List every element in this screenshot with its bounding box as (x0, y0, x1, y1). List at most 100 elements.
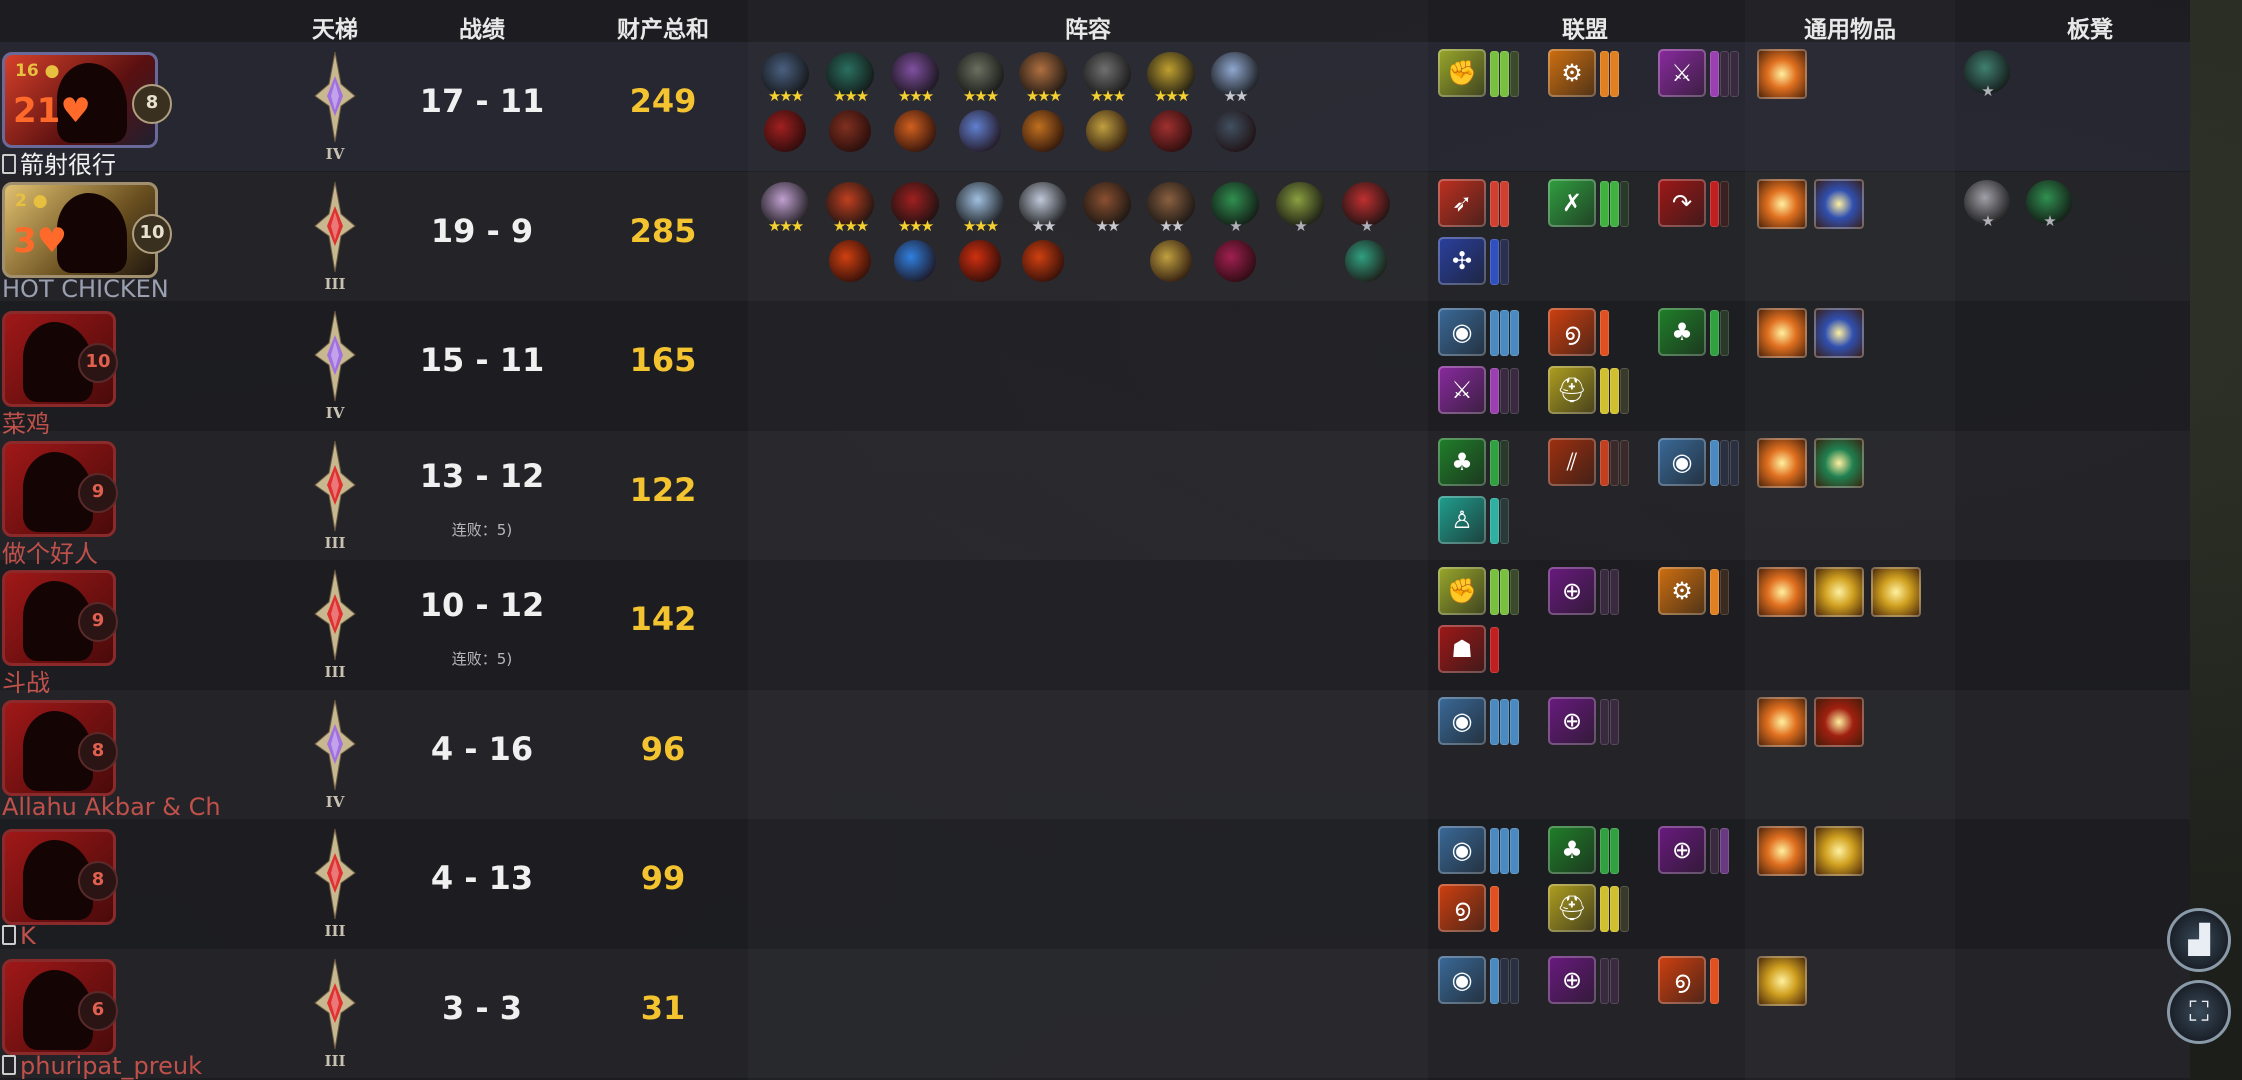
net-worth-value: 122 (629, 470, 697, 509)
item-fire-box-icon[interactable] (1757, 696, 1807, 747)
crossed-swords-icon[interactable]: ⚔ (1658, 49, 1706, 97)
player-row[interactable]: 9 做个好人 III 13 - 12 连败：5) 122 ♣ ⫽ ◉ ♙ (0, 431, 2190, 568)
crossed-swords-icon[interactable]: ⚔ (1438, 366, 1486, 414)
item-mantle-icon[interactable] (1345, 239, 1387, 282)
item-green-gem-icon[interactable] (1814, 437, 1864, 488)
player-name-text: K (20, 922, 36, 950)
rank-crest-icon (313, 50, 357, 145)
fist-icon[interactable]: ✊ (1438, 567, 1486, 615)
boot-icon[interactable]: ↷ (1658, 178, 1706, 227)
player-row[interactable]: 8 K III 4 - 13 99 ◉ ♣ ⊕ ൭ ⛑ (0, 819, 2190, 950)
target-glyph: ⊕ (1671, 836, 1693, 864)
player-row[interactable]: 16 ● 21♥ 8 箭射很行 IV 17 - 11 249 ★★★ ★★★ ★★★ ★★★ ★★★… (0, 42, 2190, 179)
gear-icon[interactable]: ⚙ (1548, 49, 1596, 97)
player-row[interactable]: 9 斗战 III 10 - 12 连败：5) 142 ✊ ⊕ ⚙ ☗ (0, 560, 2190, 697)
swirl-icon[interactable]: ൭ (1438, 884, 1486, 932)
hero-star-rating: ★ (1229, 216, 1243, 235)
loss-streak: 连败：5) (451, 650, 513, 668)
alliance-pip (1600, 569, 1609, 615)
eye-icon[interactable]: ◉ (1438, 696, 1486, 745)
item-dagon-icon[interactable] (959, 239, 1001, 282)
alliance-pip (1710, 180, 1719, 227)
item-fire-orb-icon[interactable] (1022, 239, 1064, 282)
demon-icon[interactable]: ☗ (1438, 625, 1486, 673)
fan-glyph: ✣ (1451, 246, 1473, 275)
helmet-icon[interactable]: ⛑ (1548, 884, 1596, 932)
item-gold-box-icon[interactable] (1871, 567, 1921, 617)
item-dagon-icon[interactable] (764, 110, 806, 152)
item-blademail-icon[interactable] (829, 110, 871, 152)
alliance-pip (1720, 180, 1729, 227)
human-icon[interactable]: ♙ (1438, 495, 1486, 544)
alliance-pip (1600, 828, 1609, 874)
swirl-icon[interactable]: ൭ (1658, 955, 1706, 1004)
item-helm-icon[interactable] (1214, 110, 1256, 152)
alliance-pip (1500, 497, 1509, 544)
bow-icon[interactable]: ➶ (1438, 178, 1486, 227)
eye-icon[interactable]: ◉ (1658, 437, 1706, 486)
player-row[interactable]: 10 菜鸡 IV 15 - 11 165 ◉ ൭ ♣ ⚔ ⛑ (0, 301, 2190, 438)
item-radiance-icon[interactable] (894, 110, 936, 152)
item-blue-figure-icon[interactable] (1814, 308, 1864, 358)
alliance-pip (1490, 368, 1499, 414)
win-loss-record: 19 - 9 (430, 211, 534, 250)
item-fire-box-icon[interactable] (1757, 826, 1807, 876)
target-glyph: ⊕ (1561, 706, 1583, 735)
leaf-icon[interactable]: ♣ (1438, 437, 1486, 486)
eye-glyph: ◉ (1671, 447, 1693, 476)
item-blue-figure-icon[interactable] (1814, 178, 1864, 229)
player-name[interactable]: HOT CHICKEN (2, 275, 169, 303)
item-gold-box-icon[interactable] (1814, 826, 1864, 876)
item-fire-box-icon[interactable] (1757, 308, 1807, 358)
swirl-icon[interactable]: ൭ (1548, 308, 1596, 356)
item-gold-box-icon[interactable] (1814, 567, 1864, 617)
item-fire-box-icon[interactable] (1757, 437, 1807, 488)
axes-icon[interactable]: ✗ (1548, 178, 1596, 227)
alliance-pip (1490, 180, 1499, 227)
helmet-icon[interactable]: ⛑ (1548, 366, 1596, 414)
eye-icon[interactable]: ◉ (1438, 955, 1486, 1004)
item-fire-box-icon[interactable] (1757, 567, 1807, 617)
claw-icon[interactable]: ⫽ (1548, 437, 1596, 486)
eye-icon[interactable]: ◉ (1438, 308, 1486, 356)
target-icon[interactable]: ⊕ (1548, 696, 1596, 745)
player-row[interactable]: 8 Allahu Akbar & Ch IV 4 - 16 96 ◉ ⊕ (0, 690, 2190, 821)
item-eul-icon[interactable] (959, 110, 1001, 152)
item-halberd-icon[interactable] (1214, 239, 1256, 282)
alliance-pip (1510, 957, 1519, 1004)
leaf-icon[interactable]: ♣ (1658, 308, 1706, 356)
player-row[interactable]: 2 ● 3♥ 10 HOT CHICKEN III 19 - 9 285 ★★★ ★★★ ★★★… (0, 172, 2190, 303)
gear-glyph: ⚙ (1561, 59, 1583, 87)
eye-icon[interactable]: ◉ (1438, 826, 1486, 874)
leaf-icon[interactable]: ♣ (1548, 826, 1596, 874)
rank-tier-label: III (324, 663, 346, 681)
player-name[interactable]: Allahu Akbar & Ch (2, 793, 221, 821)
item-fire-box-icon[interactable] (1757, 178, 1807, 229)
item-scythe-icon[interactable] (1150, 239, 1192, 282)
player-level-badge: 9 (78, 602, 118, 642)
item-aghanim-icon[interactable] (894, 239, 936, 282)
header-lineup: 阵容 (1065, 17, 1111, 43)
fan-icon[interactable]: ✣ (1438, 236, 1486, 285)
target-icon[interactable]: ⊕ (1658, 826, 1706, 874)
bar-chart-button[interactable]: ▟ (2167, 908, 2231, 972)
player-row[interactable]: 6 phuripat_preuk III 3 - 3 31 ◉ ⊕ ൭ (0, 949, 2190, 1080)
item-scythe-icon[interactable] (1086, 110, 1128, 152)
player-name[interactable]: phuripat_preuk (2, 1052, 202, 1080)
gear-icon[interactable]: ⚙ (1658, 567, 1706, 615)
item-gold-box-icon[interactable] (1757, 955, 1807, 1006)
alliance-pip (1490, 828, 1499, 874)
loss-streak: 连败：5) (451, 520, 513, 539)
target-icon[interactable]: ⊕ (1548, 567, 1596, 615)
item-armlet-icon[interactable] (1022, 110, 1064, 152)
fist-icon[interactable]: ✊ (1438, 49, 1486, 97)
target-icon[interactable]: ⊕ (1548, 955, 1596, 1004)
item-red-burst-icon[interactable] (1814, 696, 1864, 747)
item-fire-orb-icon[interactable] (829, 239, 871, 282)
alliance-pip (1720, 51, 1729, 97)
player-name[interactable]: K (2, 922, 36, 950)
item-fire-box-icon[interactable] (1757, 49, 1807, 99)
helmet-glyph: ⛑ (1556, 376, 1588, 404)
item-heart-icon[interactable] (1150, 110, 1192, 152)
map-button[interactable]: ⛶ (2167, 980, 2231, 1044)
